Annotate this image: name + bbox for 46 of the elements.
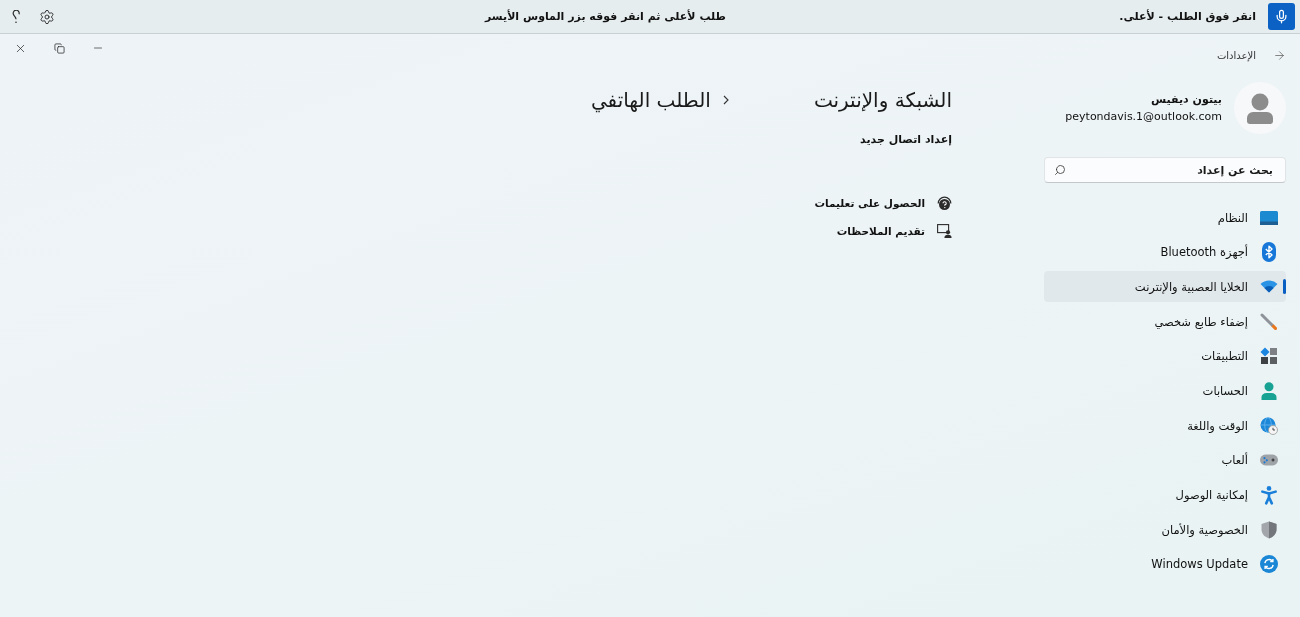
nav-item[interactable]: الوقت واللغة [1044,410,1286,442]
globe-clock-icon [1260,416,1278,435]
wifi-icon [1260,280,1278,294]
person-icon [1261,381,1277,400]
nav-item[interactable]: الخلايا العصبية والإنترنت [1044,271,1286,303]
restore-icon [53,42,65,54]
bluetooth-icon [1262,242,1276,263]
microphone-icon [1274,9,1289,24]
monitor-icon [1260,210,1278,225]
paintbrush-icon [1260,312,1278,331]
nav-item[interactable]: إمكانية الوصول [1044,479,1286,511]
help-icon [937,195,952,211]
user-avatar-icon [1234,82,1286,134]
nav-item[interactable]: ألعاب [1044,444,1286,476]
arrow-icon [1272,48,1286,62]
nav-item[interactable]: Windows Update [1044,548,1286,580]
voice-hint-text: طلب لأعلى ثم انقر فوقه بزر الماوس الأيسر [485,10,726,23]
nav-item[interactable]: إضفاء طابع شخصي [1044,306,1286,338]
refresh-icon [1260,555,1278,574]
apps-grid-icon [1260,347,1278,366]
selection-indicator-icon [1283,279,1286,295]
search-icon [1054,164,1066,176]
nav-item[interactable]: النظام [1044,202,1286,233]
help-icon [11,9,21,24]
user-email: peytondavis.1@outlook.com [1065,110,1222,123]
nav-item[interactable]: أجهزة Bluetooth [1044,236,1286,268]
search-field[interactable]: بحث عن إعداد [1044,157,1286,183]
gamepad-icon [1260,454,1278,467]
voice-status-text: انقر فوق الطلب - لأعلى. [1119,10,1256,23]
chevron-icon [722,95,729,105]
feedback-link[interactable]: تقديم الملاحظات [836,220,952,242]
nav-item[interactable]: الحسابات [1044,375,1286,407]
microphone-button[interactable] [1268,3,1295,30]
settings-icon [39,8,55,25]
nav-item[interactable]: الخصوصية والأمان [1044,514,1286,546]
new-connection-link[interactable]: إعداد اتصال جديد [860,133,952,146]
user-name: بيتون ديفيس [1150,93,1222,106]
back-button[interactable] [1272,48,1286,62]
breadcrumb-link[interactable]: الشبكة والإنترنت [813,88,952,112]
app-title: الإعدادات [1216,49,1256,61]
get-help-link[interactable]: الحصول على تعليمات [814,192,952,214]
page-title: الطلب الهاتفي [590,88,711,112]
nav-item[interactable]: التطبيقات [1044,340,1286,372]
shield-icon [1261,520,1277,539]
accessibility-icon [1261,485,1277,505]
monitor-person-icon [937,224,952,238]
